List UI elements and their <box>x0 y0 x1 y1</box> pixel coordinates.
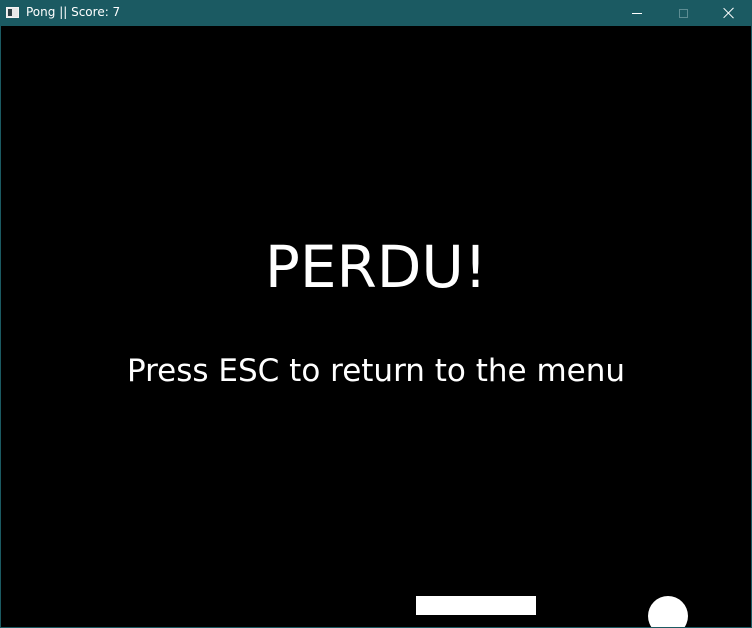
return-instruction: Press ESC to return to the menu <box>126 353 626 389</box>
window-title: Pong || Score: 7 <box>26 5 121 19</box>
app-window: Pong || Score: 7 PERDU! Press ESC to ret… <box>0 0 752 628</box>
title-bar[interactable]: Pong || Score: 7 <box>0 0 752 26</box>
close-icon <box>723 7 735 19</box>
app-icon <box>6 7 19 18</box>
close-button[interactable] <box>706 0 752 26</box>
maximize-button[interactable] <box>660 0 706 26</box>
maximize-icon <box>678 8 688 18</box>
player-paddle <box>416 596 536 615</box>
minimize-button[interactable] <box>614 0 660 26</box>
game-canvas[interactable]: PERDU! Press ESC to return to the menu <box>1 26 751 627</box>
game-over-title: PERDU! <box>264 233 488 301</box>
minimize-icon <box>632 12 642 14</box>
ball <box>648 596 688 627</box>
